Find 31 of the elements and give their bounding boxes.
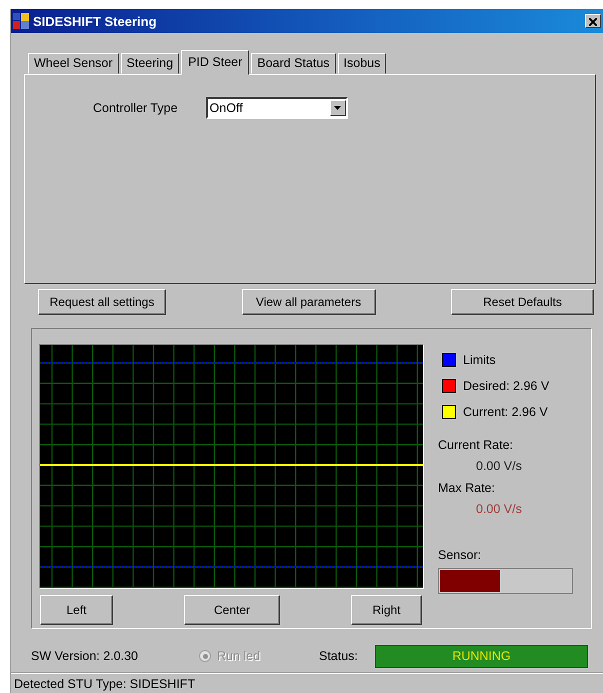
window-title: SIDESHIFT Steering: [33, 14, 158, 28]
run-led-label: Run led: [217, 649, 260, 663]
dropdown-arrow-icon: [334, 106, 342, 110]
tab[interactable]: Isobus: [338, 53, 386, 74]
app-icon: [13, 13, 29, 29]
version-text: SW Version: 2.0.30: [31, 649, 140, 663]
legend-label: Current: 2.96 V: [463, 405, 548, 419]
status-bar: Detected STU Type: SIDESHIFT: [11, 673, 603, 693]
controller-type-label: Controller Type: [93, 100, 178, 115]
status-indicator: RUNNING: [375, 644, 588, 668]
tab[interactable]: PID Steer: [181, 50, 250, 75]
tab[interactable]: Wheel Sensor: [28, 53, 119, 74]
legend-label: Limits: [463, 353, 496, 367]
center-button[interactable]: Center: [184, 595, 280, 625]
close-button[interactable]: [585, 14, 601, 28]
rate-label: Current Rate:: [438, 438, 514, 452]
tab[interactable]: Board Status: [251, 53, 336, 74]
legend-label: Desired: 2.96 V: [463, 379, 550, 393]
rate-value: 0.00 V/s: [476, 459, 523, 473]
controller-type-dropdown[interactable]: OnOff: [206, 97, 348, 119]
sensor-label: Sensor:: [438, 548, 482, 562]
request-settings-button[interactable]: Request all settings: [38, 289, 166, 315]
view-parameters-button[interactable]: View all parameters: [242, 289, 376, 315]
right-button[interactable]: Right: [351, 595, 422, 625]
tab[interactable]: Steering: [120, 53, 180, 74]
reset-defaults-button[interactable]: Reset Defaults: [451, 289, 594, 315]
left-button[interactable]: Left: [40, 595, 113, 625]
close-icon: [589, 18, 597, 26]
rate-value: 0.00 V/s: [476, 502, 523, 516]
status-label: Status:: [319, 649, 359, 663]
rate-label: Max Rate:: [438, 481, 496, 495]
